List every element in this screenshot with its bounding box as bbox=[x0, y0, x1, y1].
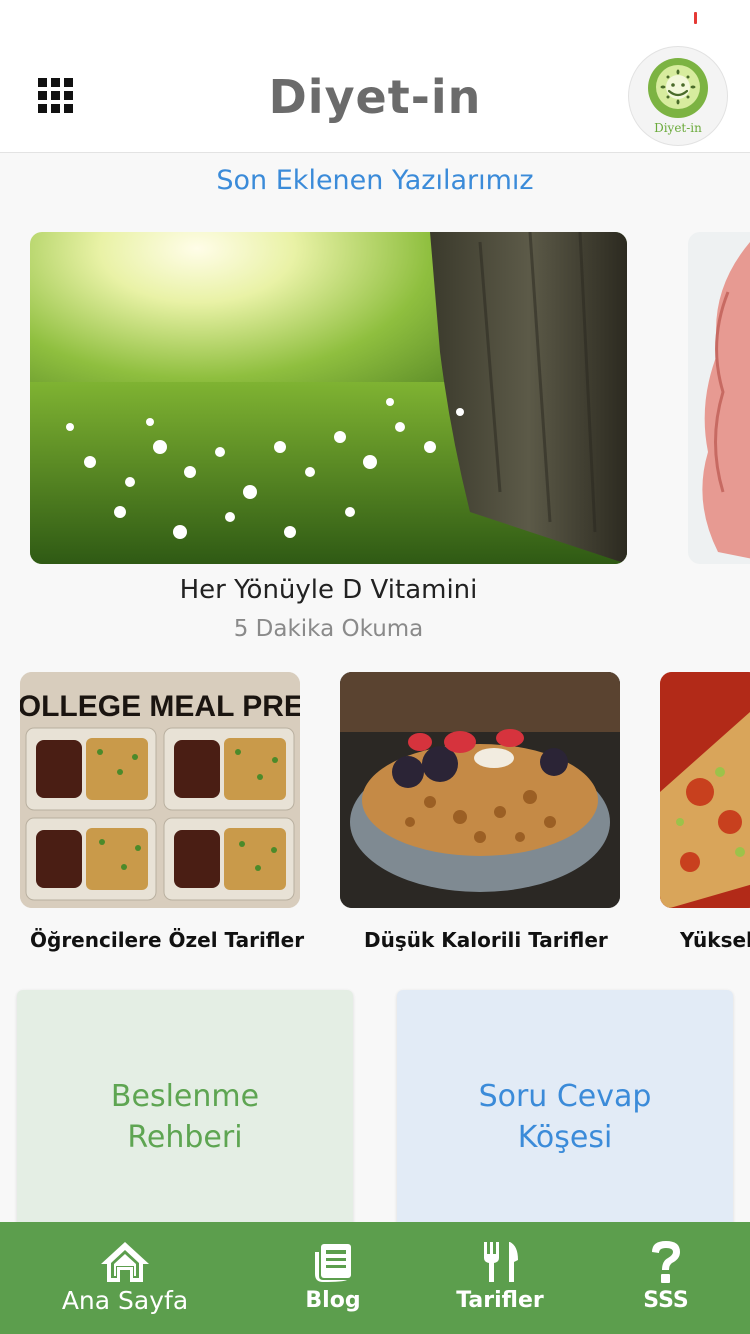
status-indicator bbox=[694, 12, 697, 24]
nutrition-guide-tile[interactable]: Beslenme Rehberi bbox=[17, 990, 353, 1230]
app-logo[interactable]: Diyet-in bbox=[628, 46, 728, 146]
nav-blog[interactable]: Blog bbox=[283, 1222, 383, 1334]
qa-corner-label: Soru Cevap Köşesi bbox=[478, 1079, 652, 1155]
bottom-navigation: Ana Sayfa Blog Tarifler SSS bbox=[0, 1222, 750, 1334]
granola-bowl-image bbox=[340, 672, 620, 908]
kiwi-logo-icon bbox=[648, 58, 708, 118]
nav-faq-label: SSS bbox=[643, 1288, 689, 1313]
recipe-label-high[interactable]: Yüksek bbox=[680, 928, 750, 952]
featured-article-title[interactable]: Her Yönüyle D Vitamini bbox=[30, 575, 627, 605]
cutlery-icon bbox=[480, 1240, 520, 1284]
pizza-image bbox=[660, 672, 750, 908]
meal-prep-image: COLLEGE MEAL PREP bbox=[20, 672, 300, 908]
recipe-card-students[interactable]: COLLEGE MEAL PREP bbox=[20, 672, 300, 908]
featured-article-card[interactable] bbox=[30, 232, 627, 564]
qa-corner-tile[interactable]: Soru Cevap Köşesi bbox=[397, 990, 733, 1230]
recipe-card-high[interactable] bbox=[660, 672, 750, 908]
meadow-image bbox=[30, 232, 627, 564]
nav-recipes-label: Tarifler bbox=[456, 1288, 544, 1313]
logo-text: Diyet-in bbox=[654, 121, 702, 135]
blog-icon bbox=[313, 1240, 353, 1284]
recipe-label-students[interactable]: Öğrencilere Özel Tarifler bbox=[30, 928, 304, 952]
recipe-card-low-calorie[interactable] bbox=[340, 672, 620, 908]
nutrition-guide-label: Beslenme Rehberi bbox=[110, 1079, 260, 1155]
nav-faq[interactable]: SSS bbox=[616, 1222, 716, 1334]
featured-article-read-time: 5 Dakika Okuma bbox=[233, 616, 424, 642]
nav-home-label: Ana Sayfa bbox=[61, 1286, 189, 1315]
recipe-label-low-calorie[interactable]: Düşük Kalorili Tarifler bbox=[364, 928, 608, 952]
app-header: Diyet-in Diyet-in bbox=[0, 0, 750, 153]
meal-prep-image-text: COLLEGE MEAL PREP bbox=[20, 690, 300, 723]
nav-home[interactable]: Ana Sayfa bbox=[55, 1222, 195, 1334]
nav-recipes[interactable]: Tarifler bbox=[450, 1222, 550, 1334]
nav-blog-label: Blog bbox=[305, 1288, 361, 1313]
next-article-preview[interactable] bbox=[688, 232, 750, 564]
section-title: Son Eklenen Yazılarımız bbox=[216, 165, 534, 196]
question-icon bbox=[649, 1240, 683, 1284]
intestine-illustration bbox=[702, 242, 750, 559]
home-icon bbox=[99, 1240, 151, 1284]
